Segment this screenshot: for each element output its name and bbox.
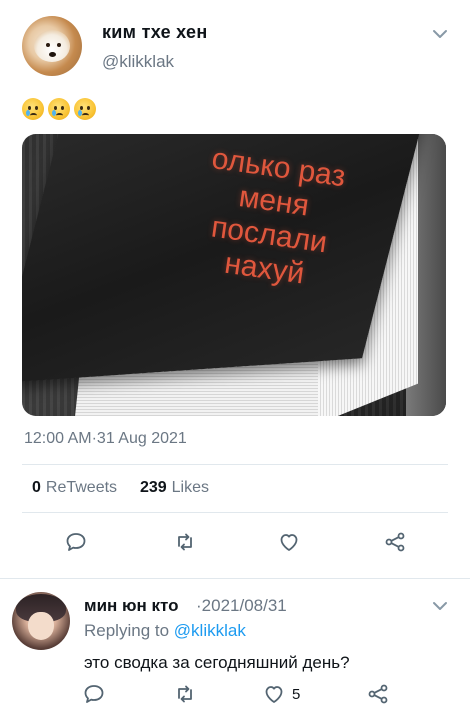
author-avatar[interactable]: [22, 16, 82, 76]
avatar-face: [28, 612, 54, 640]
likes-count: 239: [139, 479, 167, 496]
dog-face: [34, 30, 70, 62]
reply-icon[interactable]: [64, 530, 90, 556]
reply-text: это сводка за сегодняшний день?: [84, 653, 350, 672]
author-display-name[interactable]: ким тхе хен: [102, 22, 208, 43]
reply-author-avatar[interactable]: [12, 592, 70, 650]
tweet-actions: [0, 530, 470, 560]
divider: [22, 464, 448, 465]
reply-menu-chevron-icon[interactable]: [432, 598, 448, 614]
replying-to-label: Replying to: [84, 621, 170, 640]
reply-like-count: 5: [292, 686, 301, 703]
retweets-stat[interactable]: 0 ReTweets: [32, 479, 117, 496]
retweets-count: 0: [32, 479, 41, 496]
share-icon[interactable]: [383, 530, 409, 556]
tweet-timestamp[interactable]: 12:00 AM·31 Aug 2021: [24, 430, 187, 448]
retweets-label: ReTweets: [45, 479, 118, 496]
heart-icon[interactable]: [277, 530, 303, 556]
replying-to-mention[interactable]: @klikklak: [174, 621, 246, 640]
retweet-icon[interactable]: [173, 682, 199, 708]
likes-stat[interactable]: 239 Likes: [140, 479, 209, 496]
reply-author-name[interactable]: мин юн кто: [84, 596, 179, 616]
reply-date: ·2021/08/31: [196, 596, 287, 615]
likes-label: Likes: [171, 479, 210, 496]
crying-face-emoji-icon: [74, 98, 97, 121]
tweet-stats: 0 ReTweets 239 Likes: [32, 479, 209, 497]
tweet-menu-chevron-icon[interactable]: [432, 26, 448, 42]
crying-face-emoji-icon: [22, 98, 44, 121]
dog-nose: [49, 52, 56, 57]
thread-separator: [0, 578, 470, 579]
replying-to: Replying to @klikklak: [84, 621, 246, 641]
reply-actions: 5: [0, 682, 470, 712]
share-icon[interactable]: [366, 682, 392, 708]
tweet-media-image[interactable]: олько раз меня послали нахуй: [22, 134, 446, 416]
tweet-text-emojis: [22, 98, 97, 121]
dog-eye-left: [46, 43, 50, 47]
heart-icon[interactable]: [262, 682, 288, 708]
retweet-icon[interactable]: [173, 530, 199, 556]
divider: [22, 512, 448, 513]
crying-face-emoji-icon: [48, 98, 71, 121]
reply-icon[interactable]: [82, 682, 108, 708]
dog-eye-right: [57, 43, 61, 47]
author-handle[interactable]: @klikklak: [102, 52, 174, 72]
